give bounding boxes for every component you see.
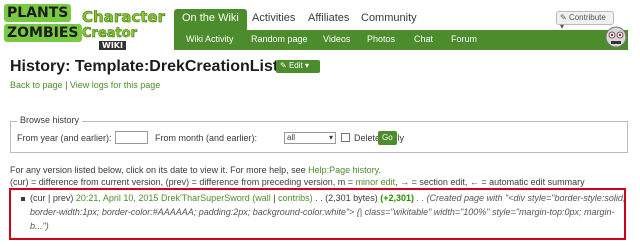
wiki-header: PLANTS ZOMBIES Character Creator WIKI On… — [0, 0, 640, 52]
legend-info-text: (cur) = difference from current version,… — [10, 177, 356, 187]
chevron-down-icon: ▾ — [304, 61, 309, 70]
tab-community[interactable]: Community — [353, 9, 425, 30]
cur-prev-links[interactable]: (cur | prev) — [30, 193, 73, 203]
nav-random-page[interactable]: Random page — [251, 34, 308, 44]
help-info-line: For any version listed below, click on i… — [10, 165, 381, 175]
edit-button[interactable]: ✎ Edit ▾ — [276, 60, 320, 73]
legend-info-line: (cur) = difference from current version,… — [10, 177, 585, 187]
contribs-link[interactable]: contribs) — [278, 193, 313, 203]
pencil-icon: ✎ — [280, 61, 287, 70]
month-select[interactable]: all ▾ — [284, 132, 336, 144]
link-separator: | — [273, 193, 276, 203]
wiki-logo[interactable]: PLANTS ZOMBIES Character Creator WIKI — [4, 4, 168, 50]
browse-history-legend: Browse history — [17, 115, 83, 125]
revision-size: . . (2,301 bytes) — [315, 193, 378, 203]
size-delta: (+2,301) — [380, 193, 414, 203]
nav-wiki-activity[interactable]: Wiki Activity — [186, 34, 234, 44]
tab-on-the-wiki[interactable]: On the Wiki — [174, 9, 247, 30]
nav-chat[interactable]: Chat — [414, 34, 433, 44]
tab-activities[interactable]: Activities — [244, 9, 303, 30]
user-link[interactable]: Drek'TharSuperSword — [161, 193, 250, 203]
logo-character-text: Character — [82, 8, 165, 27]
nav-forum[interactable]: Forum — [451, 34, 477, 44]
go-button[interactable]: Go — [378, 131, 397, 145]
edit-summary-part-1: . . (Created page with "<div style="bord… — [416, 193, 626, 203]
revision-date-link[interactable]: 20:21, April 10, 2015 — [76, 193, 159, 203]
list-bullet — [21, 197, 25, 201]
nav-photos[interactable]: Photos — [367, 34, 395, 44]
legend-info-end: , → = section edit, ← = automatic edit s… — [395, 177, 585, 187]
edit-summary-part-2: border-width:1px; border-color:#AAAAAA; … — [30, 207, 615, 217]
contribute-button[interactable]: ✎ Contribute ▾ — [556, 11, 614, 31]
wall-link[interactable]: (wall — [252, 193, 271, 203]
edit-summary-part-3: b...") — [30, 221, 49, 231]
month-select-value: all — [287, 133, 296, 142]
chevron-down-icon: ▾ — [328, 133, 333, 142]
pencil-icon: ✎ — [560, 13, 567, 22]
edit-label: Edit — [288, 61, 303, 70]
history-entry-line-1: (cur | prev) 20:21, April 10, 2015 Drek'… — [30, 193, 625, 203]
deleted-only-checkbox[interactable] — [341, 133, 350, 142]
link-separator: | — [65, 80, 68, 90]
back-to-page-link[interactable]: Back to page — [10, 80, 63, 90]
contribute-label: Contribute — [568, 13, 606, 22]
logo-wiki-text: WIKI — [99, 41, 126, 50]
tab-affiliates[interactable]: Affiliates — [300, 9, 357, 30]
logo-creator-text: Creator — [82, 26, 138, 42]
help-info-end: . — [378, 165, 382, 175]
zombie-mascot-icon — [605, 26, 627, 48]
nav-videos[interactable]: Videos — [323, 34, 350, 44]
help-info-text: For any version listed below, click on i… — [10, 165, 309, 175]
logo-zombies-text: ZOMBIES — [4, 24, 82, 42]
from-month-label: From month (and earlier): — [155, 133, 258, 143]
from-year-label: From year (and earlier): — [17, 133, 112, 143]
logo-plants-text: PLANTS — [4, 4, 72, 22]
year-input[interactable] — [115, 131, 148, 144]
view-logs-link[interactable]: View logs for this page — [70, 80, 160, 90]
minor-edit-link[interactable]: minor edit — [356, 177, 396, 187]
page-title: History: Template:DrekCreationList — [10, 58, 279, 75]
page-sub-links: Back to page | View logs for this page — [10, 80, 160, 90]
sub-nav-bar — [174, 30, 628, 50]
help-page-history-link[interactable]: Help:Page history — [308, 165, 378, 175]
chevron-down-icon: ▾ — [560, 22, 565, 31]
